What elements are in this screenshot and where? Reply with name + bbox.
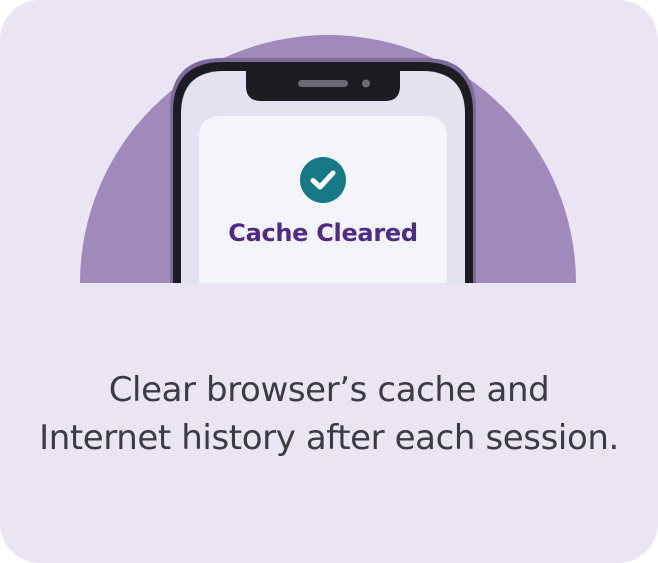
- camera-icon: [362, 79, 370, 88]
- caption-line-1: Clear browser’s cache and: [108, 370, 550, 410]
- caption-text: Clear browser’s cache and Internet histo…: [0, 366, 658, 462]
- info-card: Cache Cleared Clear browser’s cache and …: [0, 0, 658, 563]
- status-label: Cache Cleared: [228, 219, 418, 247]
- speaker-icon: [298, 80, 348, 87]
- phone-screen-content: Cache Cleared: [199, 116, 447, 284]
- check-circle-icon: [300, 157, 346, 203]
- caption-line-2: Internet history after each session.: [39, 418, 619, 458]
